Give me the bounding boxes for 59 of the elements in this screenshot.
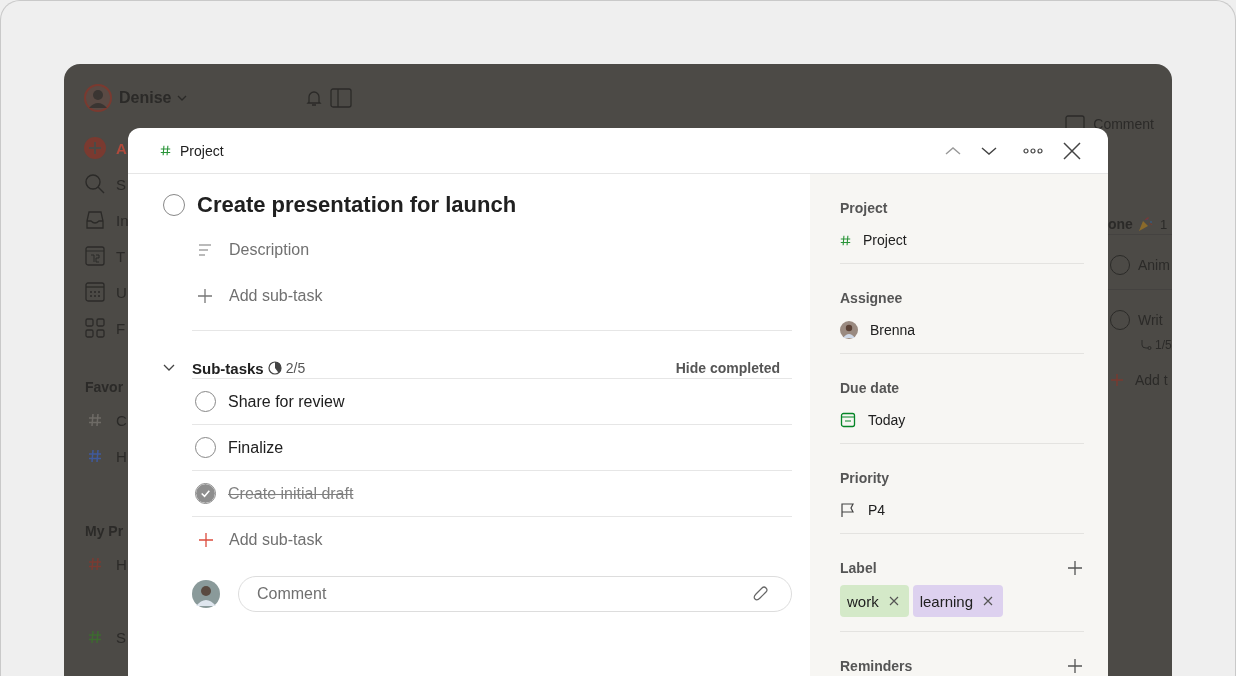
label-chip[interactable]: work (840, 585, 909, 617)
hash-icon[interactable] (88, 449, 102, 463)
chevron-icon[interactable] (177, 95, 188, 101)
progress-count: 2/5 (285, 360, 306, 376)
plus-icon[interactable] (1068, 561, 1082, 575)
hash-icon (840, 234, 851, 246)
subtask-title[interactable]: Create initial draft (228, 484, 354, 503)
plus-icon[interactable] (1068, 659, 1082, 673)
hide-completed-button[interactable]: Hide completed (675, 360, 780, 376)
calendar-icon[interactable] (84, 281, 106, 303)
subtask-icon (1140, 339, 1152, 351)
description-field[interactable]: Description (229, 241, 310, 259)
close-icon[interactable] (1063, 141, 1081, 160)
field-label: Due date (840, 380, 901, 396)
remove-icon[interactable] (888, 596, 899, 606)
avatar-icon (192, 580, 220, 608)
inbox-icon[interactable] (84, 209, 106, 231)
subtask-title[interactable]: Share for review (228, 392, 345, 411)
field-label: Reminders (840, 658, 913, 674)
subtasks-heading: Sub-tasks (192, 359, 264, 377)
plus-icon[interactable] (198, 289, 212, 303)
assignee-value[interactable]: Brenna (870, 322, 916, 338)
remove-icon[interactable] (983, 596, 994, 606)
task-title: Create presentation for launch (197, 192, 517, 218)
calendar-icon (840, 412, 856, 428)
chevron-down-icon[interactable] (163, 364, 175, 372)
checked-checkbox[interactable] (195, 483, 216, 504)
flag-icon (840, 502, 856, 518)
chevron-down-icon[interactable] (981, 145, 997, 156)
sidebar-toggle-icon[interactable] (330, 88, 353, 108)
field-label: Project (840, 200, 889, 216)
plus-icon[interactable] (199, 532, 213, 547)
label-chip[interactable]: learning (912, 585, 1004, 617)
add-subtask-link[interactable]: Add sub-task (229, 530, 323, 549)
avatar-icon[interactable] (84, 84, 112, 112)
party-popper-icon (1136, 216, 1153, 232)
subtask-title[interactable]: Finalize (228, 438, 284, 457)
progress-icon (267, 361, 282, 375)
priority-value[interactable]: P4 (868, 502, 886, 518)
field-label: Label (840, 560, 877, 576)
search-icon[interactable] (84, 173, 106, 195)
project-value[interactable]: Project (863, 232, 907, 248)
hash-icon (160, 145, 171, 156)
chevron-up-icon[interactable] (945, 145, 961, 156)
calendar-icon[interactable] (84, 245, 106, 267)
add-icon[interactable] (84, 137, 106, 159)
more-icon[interactable] (1023, 147, 1043, 154)
hash-icon[interactable] (88, 413, 102, 427)
field-label: Assignee (840, 290, 904, 306)
avatar-icon (840, 321, 858, 339)
hash-icon[interactable] (88, 630, 102, 644)
field-label: Priority (840, 470, 890, 486)
hash-icon[interactable] (88, 557, 102, 571)
description-icon (198, 243, 212, 257)
grid-icon[interactable] (84, 317, 106, 339)
add-subtask-link[interactable]: Add sub-task (229, 287, 323, 305)
breadcrumb[interactable]: Project (180, 142, 224, 159)
due-date-value[interactable]: Today (868, 412, 906, 428)
paperclip-icon[interactable] (753, 585, 769, 603)
